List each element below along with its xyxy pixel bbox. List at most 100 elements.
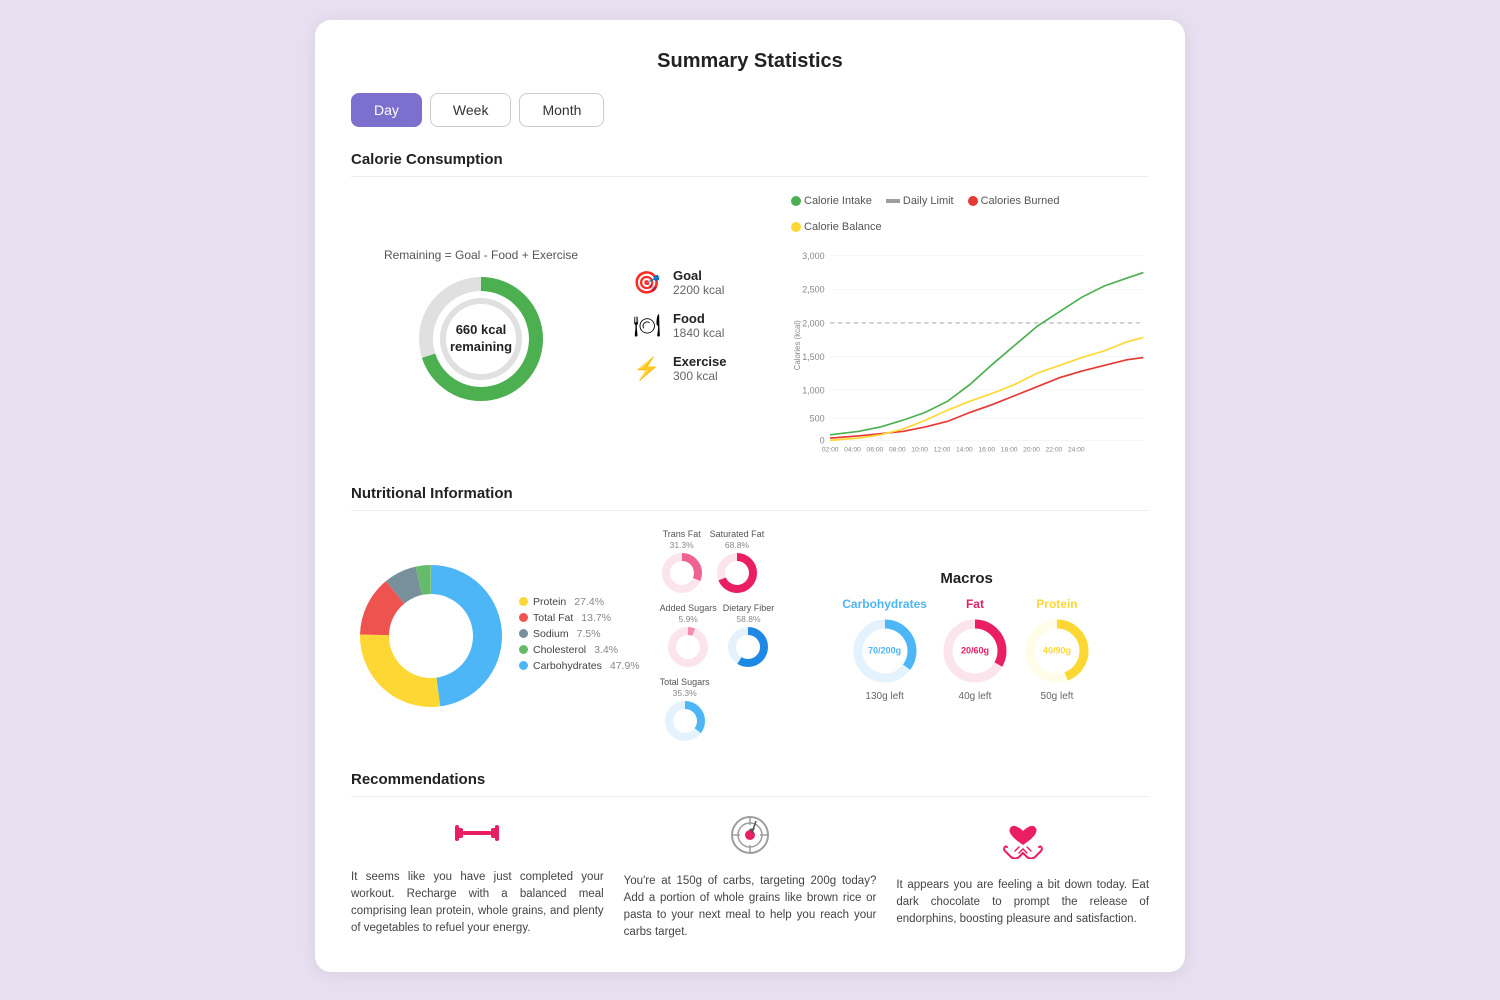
legend-burned: Calories Burned — [968, 195, 1060, 207]
tab-week[interactable]: Week — [430, 93, 512, 127]
macro-carbs-left: 130g left — [865, 691, 903, 702]
pie-label-sodium: Sodium 7.5% — [519, 628, 640, 640]
pie-labels: Protein 27.4% Total Fat 13.7% Sodium 7.5… — [519, 596, 640, 676]
macro-protein-label: 40/90g — [1043, 645, 1071, 656]
nutrition-section-title: Nutritional Information — [351, 485, 1149, 502]
tab-row: Day Week Month — [351, 93, 1149, 127]
main-pie-wrap: Protein 27.4% Total Fat 13.7% Sodium 7.5… — [351, 556, 640, 716]
calorie-section-title: Calorie Consumption — [351, 151, 1149, 168]
goal-label: Goal — [673, 268, 724, 283]
pie-label-carbs: Carbohydrates 47.9% — [519, 660, 640, 672]
svg-text:06:00: 06:00 — [867, 447, 884, 452]
svg-text:500: 500 — [810, 413, 825, 423]
macro-fat-left: 40g left — [959, 691, 992, 702]
calorie-section: Calorie Consumption Remaining = Goal - F… — [351, 151, 1149, 457]
goal-value: 2200 kcal — [673, 283, 724, 297]
macro-protein-donut: 40/90g — [1023, 617, 1091, 685]
svg-text:12:00: 12:00 — [934, 447, 951, 452]
main-card: Summary Statistics Day Week Month Calori… — [315, 20, 1185, 972]
nutrition-body: Protein 27.4% Total Fat 13.7% Sodium 7.5… — [351, 529, 1149, 743]
reco-text-carbs: You're at 150g of carbs, targeting 200g … — [624, 873, 877, 942]
reco-text-mood: It appears you are feeling a bit down to… — [896, 877, 1149, 929]
legend-intake: Calorie Intake — [791, 195, 872, 207]
svg-text:Calories (kcal): Calories (kcal) — [793, 320, 802, 370]
svg-text:18:00: 18:00 — [1001, 447, 1018, 452]
small-donut-sugars: Added Sugars 5.9% Dietary Fiber 58.8% — [660, 603, 775, 669]
pie-label-cholesterol: Cholesterol 3.4% — [519, 644, 640, 656]
food-icon: 🍽 — [631, 313, 663, 339]
line-chart-svg: 3,000 2,500 2,000 1,500 1,000 500 0 Calo… — [791, 239, 1149, 452]
macro-fat: Fat 20/60g 40g left — [941, 597, 1009, 702]
macros-row: Carbohydrates 70/200g 130g left — [784, 597, 1149, 702]
macros-title: Macros — [784, 570, 1149, 587]
legend-limit: Daily Limit — [886, 195, 954, 207]
line-chart-wrap: Calorie Intake Daily Limit Calories Burn… — [791, 195, 1149, 457]
svg-text:02:00: 02:00 — [822, 447, 839, 452]
svg-text:2,000: 2,000 — [802, 318, 824, 328]
svg-text:16:00: 16:00 — [978, 447, 995, 452]
svg-text:1,000: 1,000 — [802, 385, 824, 395]
reco-text-workout: It seems like you have just completed yo… — [351, 869, 604, 938]
recommendations-section: Recommendations It seems like you have j… — [351, 771, 1149, 942]
macro-fat-donut: 20/60g — [941, 617, 1009, 685]
calorie-left: Remaining = Goal - Food + Exercise 660 k… — [351, 248, 611, 404]
exercise-value: 300 kcal — [673, 369, 727, 383]
macro-carbs: Carbohydrates 70/200g 130g left — [842, 597, 927, 702]
macro-protein-name: Protein — [1036, 597, 1077, 611]
calorie-body: Remaining = Goal - Food + Exercise 660 k… — [351, 195, 1149, 457]
svg-text:1,500: 1,500 — [802, 352, 824, 362]
macro-carbs-donut: 70/200g — [851, 617, 919, 685]
cal-stat-food: 🍽 Food 1840 kcal — [631, 311, 771, 340]
svg-text:22:00: 22:00 — [1046, 447, 1063, 452]
svg-text:24:00: 24:00 — [1068, 447, 1085, 452]
svg-text:08:00: 08:00 — [889, 447, 906, 452]
cal-stat-exercise: ⚡ Exercise 300 kcal — [631, 354, 771, 383]
food-label: Food — [673, 311, 724, 326]
macros-col: Macros Carbohydrates 70/200g — [784, 570, 1149, 702]
reco-item-workout: It seems like you have just completed yo… — [351, 815, 604, 942]
heart-hands-icon — [1001, 815, 1045, 867]
cal-stat-goal: 🎯 Goal 2200 kcal — [631, 268, 771, 297]
pie-label-totalfat: Total Fat 13.7% — [519, 612, 640, 624]
dumbbell-icon — [455, 815, 499, 859]
exercise-label: Exercise — [673, 354, 727, 369]
reco-body: It seems like you have just completed yo… — [351, 815, 1149, 942]
svg-text:3,000: 3,000 — [802, 251, 824, 261]
page-title: Summary Statistics — [351, 50, 1149, 73]
reco-item-carbs: You're at 150g of carbs, targeting 200g … — [624, 815, 877, 942]
exercise-icon: ⚡ — [631, 356, 663, 382]
macro-fat-label: 20/60g — [961, 645, 989, 656]
tab-month[interactable]: Month — [519, 93, 604, 127]
svg-text:10:00: 10:00 — [911, 447, 928, 452]
chart-legend: Calorie Intake Daily Limit Calories Burn… — [791, 195, 1149, 233]
tab-day[interactable]: Day — [351, 93, 422, 127]
small-donut-totalsugars: Total Sugars 35.3% — [660, 677, 775, 743]
legend-balance: Calorie Balance — [791, 221, 882, 233]
svg-text:14:00: 14:00 — [956, 447, 973, 452]
svg-text:04:00: 04:00 — [844, 447, 861, 452]
macro-protein: Protein 40/90g 50g left — [1023, 597, 1091, 702]
small-donut-transfat: Trans Fat 31.3% Saturated Fat 68.8% — [660, 529, 775, 595]
nutrition-section: Nutritional Information — [351, 485, 1149, 743]
macro-carbs-label: 70/200g — [868, 645, 901, 656]
macro-protein-left: 50g left — [1041, 691, 1074, 702]
target-icon — [730, 815, 770, 863]
donut-center-text: 660 kcalremaining — [450, 322, 512, 356]
chart-svg-wrap: 3,000 2,500 2,000 1,500 1,000 500 0 Calo… — [791, 239, 1149, 457]
calorie-donut: 660 kcalremaining — [416, 274, 546, 404]
svg-text:2,500: 2,500 — [802, 285, 824, 295]
macro-carbs-name: Carbohydrates — [842, 597, 927, 611]
small-donuts-col: Trans Fat 31.3% Saturated Fat 68.8% — [660, 529, 775, 743]
pie-label-protein: Protein 27.4% — [519, 596, 640, 608]
reco-item-mood: It appears you are feeling a bit down to… — [896, 815, 1149, 942]
remaining-formula: Remaining = Goal - Food + Exercise — [384, 248, 578, 262]
main-pie-svg — [351, 556, 511, 716]
macro-fat-name: Fat — [966, 597, 984, 611]
goal-icon: 🎯 — [631, 270, 663, 296]
food-value: 1840 kcal — [673, 326, 724, 340]
calorie-stats: 🎯 Goal 2200 kcal 🍽 Food 1840 kcal ⚡ — [631, 268, 771, 383]
recommendations-title: Recommendations — [351, 771, 1149, 788]
svg-text:0: 0 — [820, 436, 825, 446]
main-pie-donut — [351, 556, 511, 716]
svg-text:20:00: 20:00 — [1023, 447, 1040, 452]
